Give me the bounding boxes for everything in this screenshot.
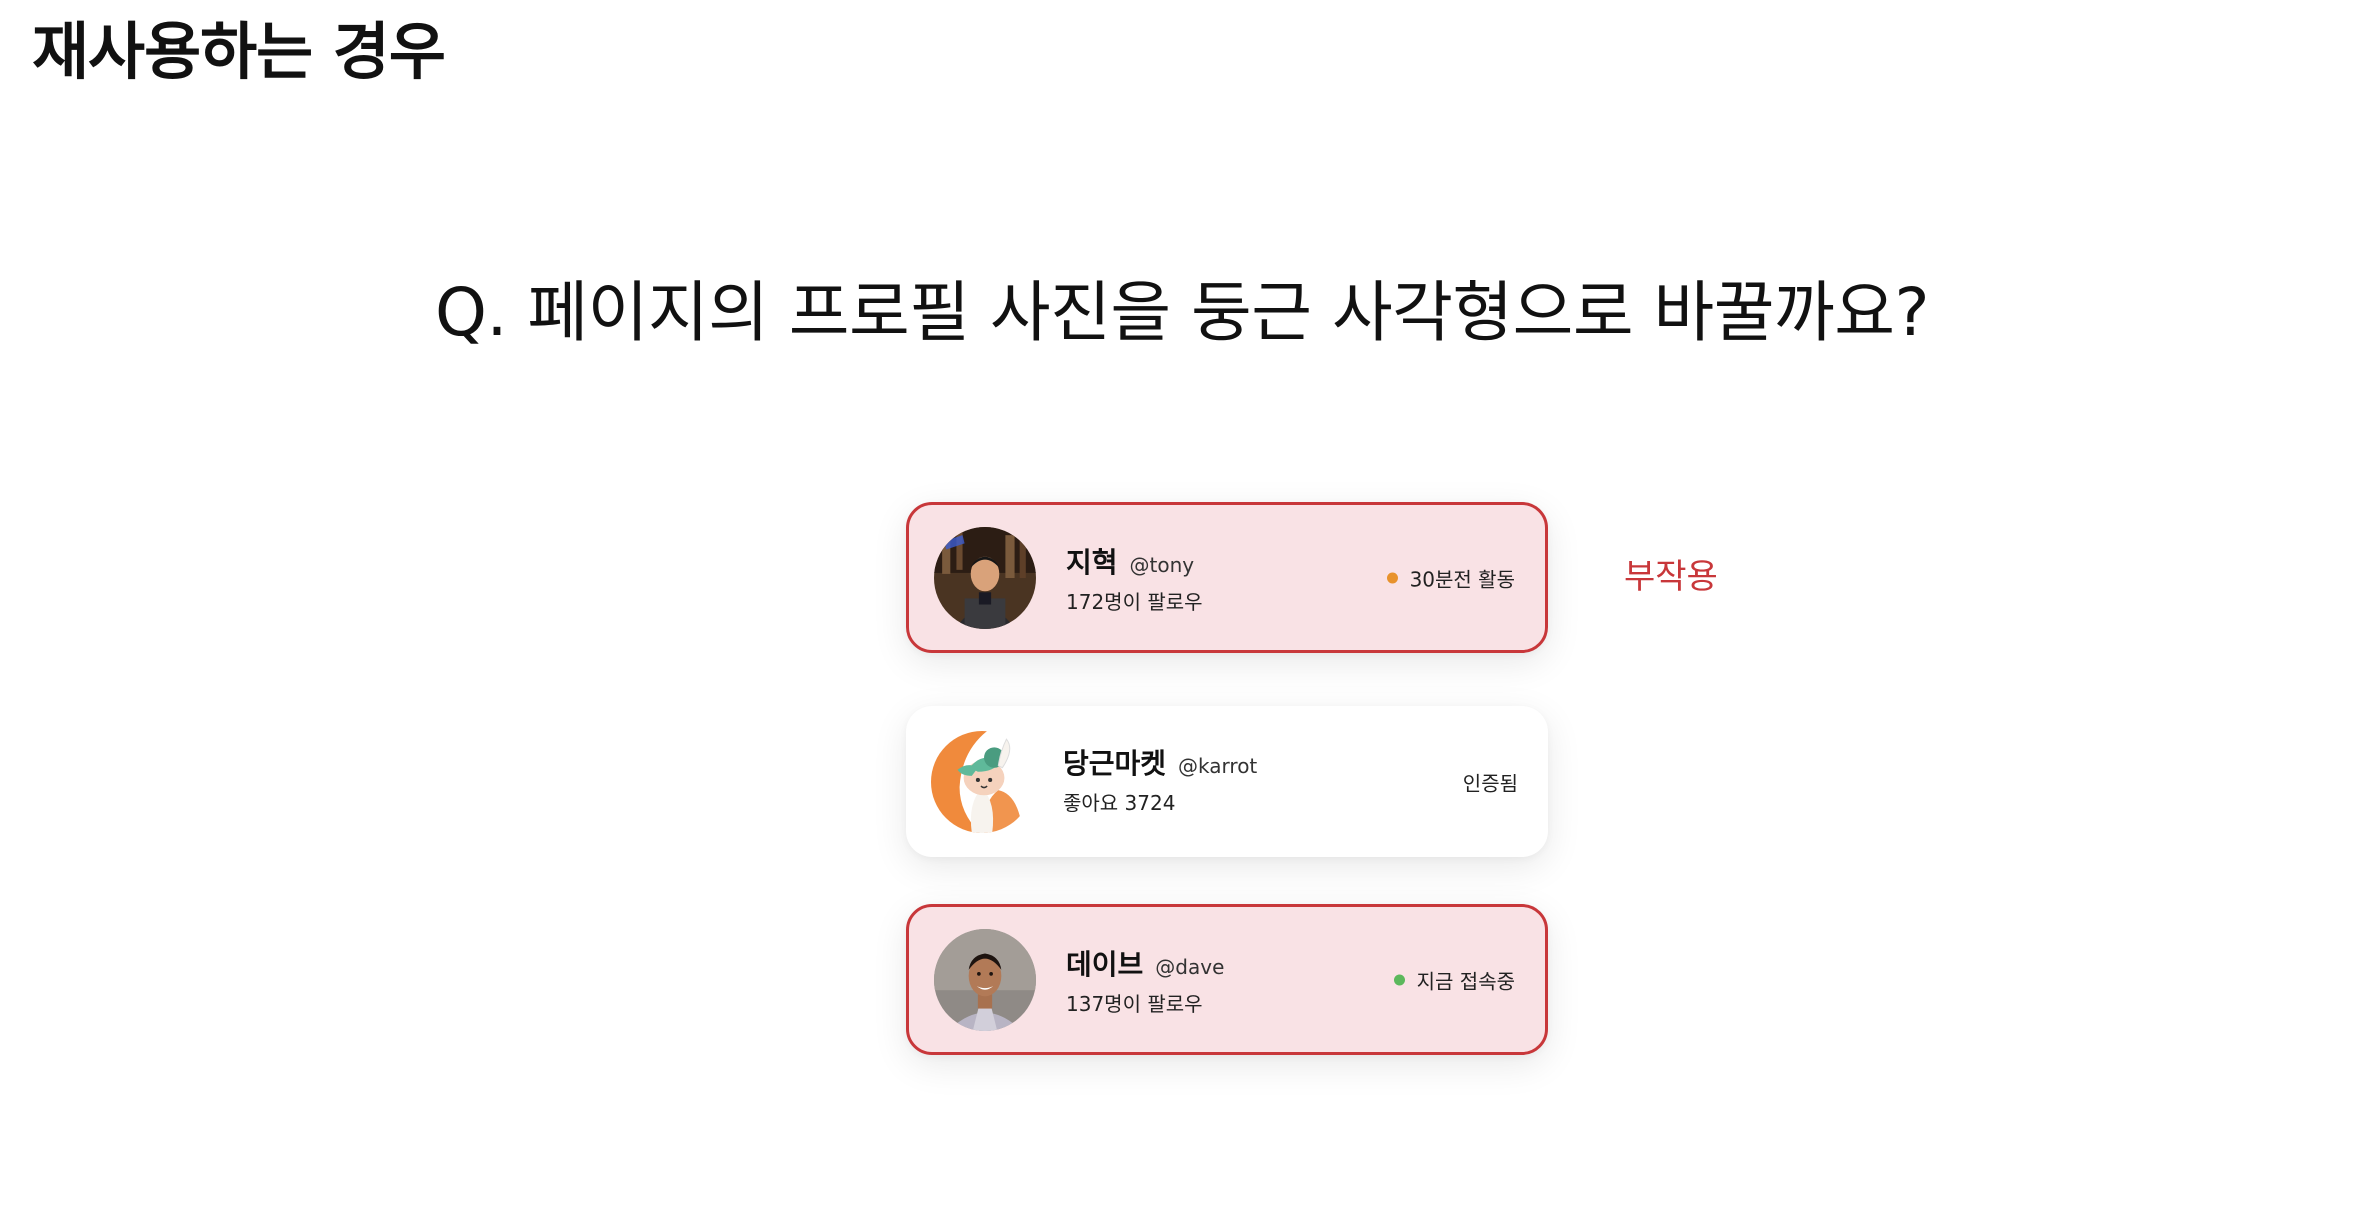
page-title: 재사용하는 경우 xyxy=(32,15,446,88)
person-photo-icon xyxy=(934,526,1036,629)
slide: 재사용하는 경우 Q. 페이지의 프로필 사진을 둥근 사각형으로 바꿀까요? xyxy=(0,0,2364,1214)
profile-info: 데이브 @dave 137명이 팔로우 xyxy=(1066,947,1224,1019)
follower-count: 172명이 팔로우 xyxy=(1066,590,1203,614)
avatar xyxy=(934,928,1036,1031)
profile-card-karrot[interactable]: 당근마켓 @karrot 좋아요 3724 인증됨 xyxy=(906,706,1548,857)
side-effect-label: 부작용 xyxy=(1624,557,1718,597)
profile-info: 지혁 @tony 172명이 팔로우 xyxy=(1066,545,1203,617)
avatar xyxy=(934,526,1036,629)
profile-name: 당근마켓 xyxy=(1063,747,1167,780)
activity-status: 30분전 활동 xyxy=(1386,563,1515,592)
rabbit-mascot-icon xyxy=(931,730,1033,833)
status-text: 인증됨 xyxy=(1462,771,1518,795)
profile-info: 당근마켓 @karrot 좋아요 3724 xyxy=(1063,746,1257,818)
status-dot xyxy=(1393,974,1405,985)
profile-card-dave[interactable]: 데이브 @dave 137명이 팔로우 지금 접속중 xyxy=(906,904,1548,1055)
avatar xyxy=(931,730,1033,833)
online-status: 지금 접속중 xyxy=(1393,965,1515,994)
person-photo-icon xyxy=(934,928,1036,1031)
profile-handle: @dave xyxy=(1155,955,1225,979)
status-text: 30분전 활동 xyxy=(1409,567,1515,591)
verified-status: 인증됨 xyxy=(1463,767,1518,796)
like-count: 좋아요 3724 xyxy=(1063,791,1176,815)
question-heading: Q. 페이지의 프로필 사진을 둥근 사각형으로 바꿀까요? xyxy=(435,274,1929,351)
profile-name: 지혁 xyxy=(1066,546,1118,579)
profile-handle: @tony xyxy=(1129,553,1195,577)
follower-count: 137명이 팔로우 xyxy=(1066,992,1203,1016)
profile-card-tony[interactable]: 지혁 @tony 172명이 팔로우 30분전 활동 xyxy=(906,502,1548,653)
status-dot xyxy=(1386,572,1398,583)
status-text: 지금 접속중 xyxy=(1416,969,1515,993)
profile-handle: @karrot xyxy=(1178,754,1258,778)
profile-name: 데이브 xyxy=(1066,948,1144,981)
